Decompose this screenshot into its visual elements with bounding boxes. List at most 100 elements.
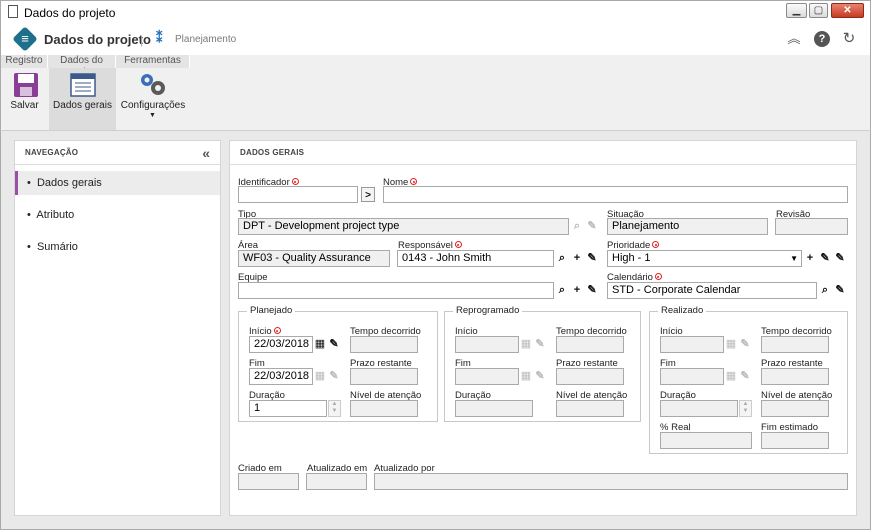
realizado-group: Realizado Início ▦ ✎ Tempo decorrido Fim… xyxy=(649,305,848,454)
app-header: ≡ Dados do projeto | ⁑ Planejamento ︽ ? … xyxy=(0,23,871,55)
required-icon xyxy=(410,178,418,185)
navigation-title: NAVEGAÇÃO xyxy=(15,141,220,165)
planejado-legend: Planejado xyxy=(247,305,296,316)
search-icon: ⌕ xyxy=(573,220,581,232)
prioridade-select[interactable]: High - 1 ▼ xyxy=(607,250,802,267)
help-icon[interactable]: ? xyxy=(814,31,830,47)
calendar-icon: ▦ xyxy=(520,338,532,350)
realizado-fim xyxy=(660,368,724,385)
realizado-nivel-atencao xyxy=(761,400,829,417)
planejado-duracao-input[interactable]: 1 xyxy=(249,400,327,417)
window-title: Dados do projeto xyxy=(24,6,116,20)
add-icon[interactable]: + xyxy=(803,251,817,266)
reprogramado-inicio xyxy=(455,336,519,353)
criado-em-field xyxy=(238,473,299,490)
revisao-field xyxy=(775,218,848,235)
planejado-inicio-input[interactable]: 22/03/2018 xyxy=(249,336,313,353)
area-field: WF03 - Quality Assurance xyxy=(238,250,390,267)
clear-icon: ✎ xyxy=(587,220,597,232)
duration-stepper[interactable]: ▲ ▼ xyxy=(328,400,341,417)
calendar-icon: ▦ xyxy=(520,370,532,382)
refresh-icon[interactable]: ↻ xyxy=(841,31,857,47)
search-icon[interactable]: ⌕ xyxy=(555,283,569,298)
chevron-down-icon: ▼ xyxy=(790,254,798,263)
required-icon xyxy=(652,241,660,248)
planejado-prazo-restante xyxy=(350,368,418,385)
realizado-duracao xyxy=(660,400,738,417)
group-dados: Dados gerais xyxy=(49,68,116,130)
nav-item-sumario[interactable]: • Sumário xyxy=(15,235,220,259)
nav-item-label: Dados gerais xyxy=(36,177,102,189)
close-button[interactable]: ✕ xyxy=(831,3,864,18)
tab-registro[interactable]: Registro xyxy=(1,55,48,68)
required-icon xyxy=(454,241,462,248)
situacao-field: Planejamento xyxy=(607,218,768,235)
minimize-button[interactable]: ▁ xyxy=(786,3,807,18)
group-ferramentas: Configurações ▼ xyxy=(117,68,189,130)
reprogramado-duracao xyxy=(455,400,533,417)
add-icon[interactable]: + xyxy=(570,251,584,266)
calendar-icon: ▦ xyxy=(725,338,737,350)
clear-icon: ✎ xyxy=(740,338,750,350)
reprogramado-tempo-decorrido xyxy=(556,336,624,353)
nome-input[interactable] xyxy=(383,186,848,203)
realizado-tempo-decorrido xyxy=(761,336,829,353)
reprogramado-group: Reprogramado Início ▦ ✎ Tempo decorrido … xyxy=(444,305,641,422)
edit-icon[interactable]: ✎ xyxy=(818,251,832,266)
calendar-icon[interactable]: ▦ xyxy=(313,337,327,352)
dropdown-arrow-icon: ▼ xyxy=(149,112,156,119)
required-icon xyxy=(654,273,662,280)
navigation-panel: NAVEGAÇÃO « • Dados gerais • Atributo • … xyxy=(14,140,221,516)
planejado-fim-input[interactable]: 22/03/2018 xyxy=(249,368,313,385)
clear-icon: ✎ xyxy=(535,370,545,382)
nav-item-label: Atributo xyxy=(36,209,75,221)
clear-icon: ✎ xyxy=(329,370,339,382)
save-button[interactable]: Salvar xyxy=(1,68,48,128)
clear-icon[interactable]: ✎ xyxy=(833,251,847,266)
reprogramado-prazo-restante xyxy=(556,368,624,385)
clear-icon[interactable]: ✎ xyxy=(585,283,599,298)
form-icon xyxy=(70,73,96,97)
tab-ferramentas[interactable]: Ferramentas xyxy=(116,55,190,68)
general-data-button[interactable]: Dados gerais xyxy=(49,68,116,128)
group-registro: Salvar xyxy=(1,68,48,130)
planning-icon: ⁑ xyxy=(156,30,163,45)
collapse-up-icon[interactable]: ︽ xyxy=(786,31,802,47)
calendar-icon: ▦ xyxy=(725,370,737,382)
realizado-real-percent xyxy=(660,432,752,449)
breadcrumb[interactable]: Planejamento xyxy=(175,34,236,45)
ribbon: Registro Dados do regi... Ferramentas Sa… xyxy=(0,55,871,131)
tab-dados-registro[interactable]: Dados do regi... xyxy=(48,55,116,78)
clear-icon[interactable]: ✎ xyxy=(833,283,847,298)
realizado-prazo-restante xyxy=(761,368,829,385)
calendar-icon: ▦ xyxy=(314,370,326,382)
duration-stepper: ▲ ▼ xyxy=(739,400,752,417)
save-icon xyxy=(14,73,38,97)
planejado-group: Planejado Início 22/03/2018 ▦ ✎ Tempo de… xyxy=(238,305,438,422)
next-identifier-button[interactable]: > xyxy=(361,187,375,202)
required-icon xyxy=(291,178,299,185)
maximize-button[interactable]: ▢ xyxy=(809,3,828,18)
collapse-panel-icon[interactable]: « xyxy=(202,145,210,161)
clear-icon[interactable]: ✎ xyxy=(327,337,341,352)
reprogramado-nivel-atencao xyxy=(556,400,624,417)
window-titlebar: Dados do projeto ▁ ▢ ✕ xyxy=(0,0,871,23)
planejado-tempo-decorrido xyxy=(350,336,418,353)
settings-button[interactable]: Configurações ▼ xyxy=(117,68,189,128)
responsavel-input[interactable]: 0143 - John Smith xyxy=(397,250,554,267)
clear-icon: ✎ xyxy=(740,370,750,382)
search-icon[interactable]: ⌕ xyxy=(555,251,569,266)
nav-item-dados-gerais[interactable]: • Dados gerais xyxy=(15,171,220,195)
general-data-label: Dados gerais xyxy=(53,100,112,111)
gears-icon xyxy=(141,74,165,95)
nav-item-atributo[interactable]: • Atributo xyxy=(15,203,220,227)
nav-item-label: Sumário xyxy=(36,241,78,253)
clear-icon[interactable]: ✎ xyxy=(585,251,599,266)
identificador-input[interactable] xyxy=(238,186,358,203)
calendario-input[interactable]: STD - Corporate Calendar xyxy=(607,282,817,299)
equipe-input[interactable] xyxy=(238,282,554,299)
search-icon[interactable]: ⌕ xyxy=(818,283,832,298)
reprogramado-fim xyxy=(455,368,519,385)
realizado-inicio xyxy=(660,336,724,353)
add-icon[interactable]: + xyxy=(570,283,584,298)
